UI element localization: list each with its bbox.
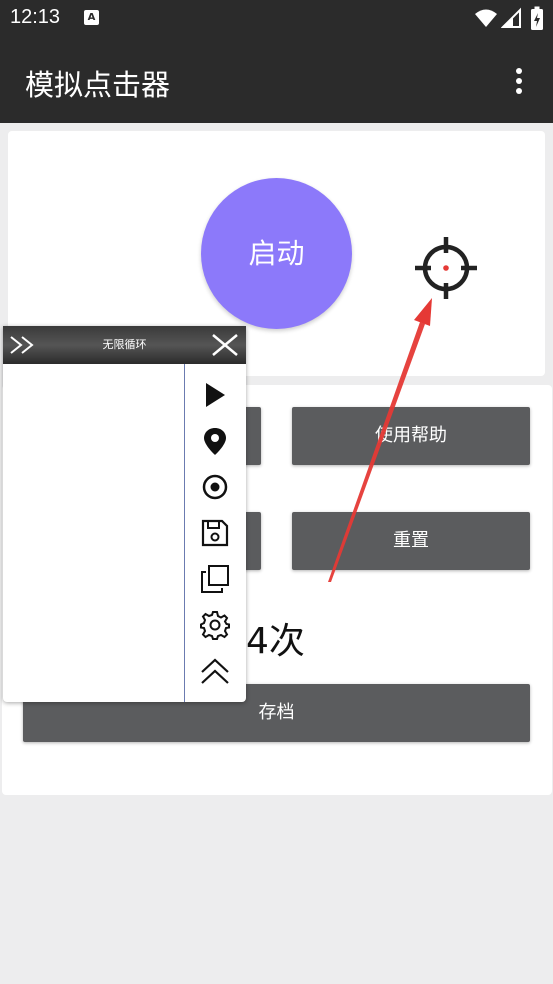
status-time: 12:13 (10, 6, 61, 28)
location-pin-icon[interactable] (200, 426, 230, 456)
battery-charging-icon (531, 6, 543, 30)
app-bar: 模拟点击器 (0, 38, 553, 123)
save-icon[interactable] (200, 518, 230, 548)
a-notification-icon: A (84, 10, 99, 25)
status-bar: 12:13 A (0, 0, 553, 38)
collapse-up-icon[interactable] (200, 656, 230, 686)
expand-icon[interactable] (9, 335, 37, 355)
more-vert-icon[interactable] (505, 66, 533, 96)
wifi-icon (475, 9, 497, 27)
click-count-text: 4次 (246, 621, 305, 662)
gear-icon[interactable] (200, 610, 230, 640)
crosshair-icon[interactable] (414, 236, 478, 300)
signal-icon (501, 7, 521, 28)
floating-panel: 无限循环 (3, 326, 246, 702)
close-icon[interactable] (210, 334, 240, 356)
copy-icon[interactable] (200, 564, 230, 594)
app-title: 模拟点击器 (25, 68, 171, 102)
floating-panel-header[interactable]: 无限循环 (3, 326, 246, 364)
radio-target-icon[interactable] (200, 472, 230, 502)
panel-divider (184, 364, 185, 702)
play-icon[interactable] (200, 380, 230, 410)
start-button[interactable]: 启动 (201, 178, 352, 329)
help-button[interactable]: 使用帮助 (292, 407, 530, 465)
reset-button[interactable]: 重置 (292, 512, 530, 570)
